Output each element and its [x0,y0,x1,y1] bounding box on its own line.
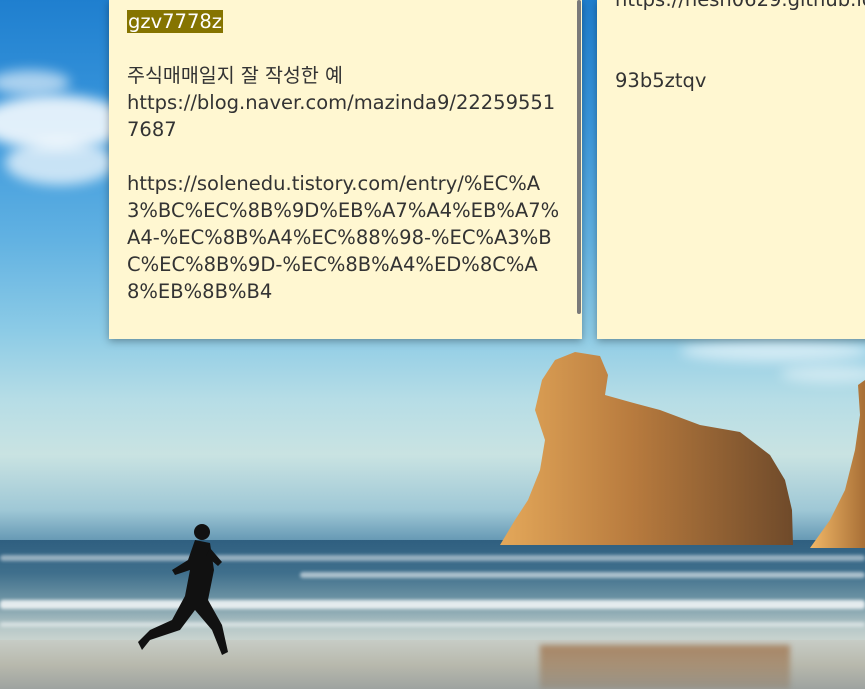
note-text[interactable]: gzv7778z 주식매매일지 잘 작성한 예 https://blog.nav… [127,8,560,305]
note-link-naver[interactable]: https://blog.naver.com/mazinda9/22259551… [127,89,560,143]
sea-rock [500,352,793,545]
sticky-note-right[interactable]: https://nesh0629.github.io/ 93b5ztqv [597,0,865,339]
note-text[interactable]: https://nesh0629.github.io/ 93b5ztqv [615,0,865,94]
note-link-tistory[interactable]: https://solenedu.tistory.com/entry/%EC%A… [127,170,560,305]
note-code: 93b5ztqv [615,69,707,92]
runner-silhouette [138,524,228,655]
sticky-note-left[interactable]: gzv7778z 주식매매일지 잘 작성한 예 https://blog.nav… [109,0,582,339]
note-scrollbar[interactable] [577,0,581,314]
note-line-title: 주식매매일지 잘 작성한 예 [127,64,343,87]
note-link-github[interactable]: https://nesh0629.github.io/ [615,0,865,13]
selected-text[interactable]: gzv7778z [127,10,224,33]
sea-rock-right [810,380,865,548]
